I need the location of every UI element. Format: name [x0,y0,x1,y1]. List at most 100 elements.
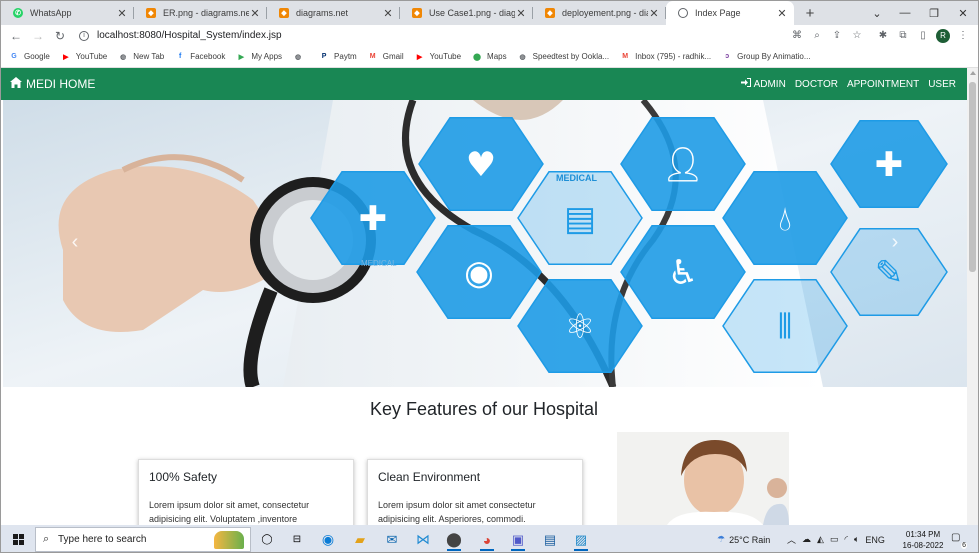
address-bar[interactable]: i localhost:8080/Hospital_System/index.j… [71,26,869,45]
bookmark-label: Group By Animatio... [737,52,811,61]
info-icon[interactable]: i [79,30,89,41]
carousel-prev-button[interactable]: ‹ [65,230,85,254]
drawio-icon: ◆ [146,8,156,18]
side-panel-icon[interactable]: ▯ [913,26,933,46]
onedrive-icon[interactable]: ☁ [802,534,811,545]
whatsapp-icon: ✆ [13,8,23,18]
carousel-next-button[interactable]: › [885,230,905,254]
close-icon[interactable]: ✕ [776,7,788,20]
bookmark-item[interactable]: ▶ YouTube [61,52,107,62]
edge-icon[interactable]: ◉ [316,528,340,551]
close-icon[interactable]: ✕ [116,7,128,20]
bookmark-item[interactable]: ◍ Speedtest by Ookla... [518,52,610,62]
animation-icon: ↄ [725,53,730,60]
close-icon[interactable]: ✕ [382,7,394,20]
chrome-icon[interactable]: ◕ [475,528,499,551]
bookmark-item[interactable]: ◍ New Tab [118,52,164,62]
close-icon[interactable]: ✕ [249,7,261,20]
tab-whatsapp[interactable]: ✆ WhatsApp ✕ [1,1,134,25]
tab-index-page[interactable]: Index Page ✕ [666,1,794,25]
globe-icon: ◍ [120,53,127,61]
vscode-icon[interactable]: ⋈ [411,528,435,551]
bookmarks-bar: G Google ▶ YouTube ◍ New Tab f Facebook ▶ My Apps… [1,46,978,68]
bookmark-star-icon[interactable]: ☆ [847,26,867,46]
bookmark-label: Speedtest by Ookla... [532,52,610,61]
bookmark-label: My Apps [251,52,283,61]
bookmark-item[interactable]: ⬤ Maps [472,52,506,62]
file-explorer-icon[interactable]: ▰ [348,528,372,551]
mail-icon[interactable]: ✉ [380,528,404,551]
tab-search-icon[interactable]: ⌄ [863,1,891,25]
tab-use-case[interactable]: ◆ Use Case1.png - diagrams.n ✕ [400,1,533,25]
translate-icon[interactable]: ⌘ [787,26,807,46]
eclipse-icon[interactable]: ⬤ [442,528,466,551]
reload-icon[interactable]: ↻ [49,26,71,46]
hero-word: MEDICAL [361,259,397,268]
network-icon[interactable]: ◭ [817,534,824,545]
battery-icon[interactable]: ▭ [830,534,839,545]
back-arrow-icon[interactable]: ← [5,26,27,46]
puzzle-icon[interactable]: ⧉ [893,26,913,46]
chevron-up-icon[interactable]: ︿ [787,533,796,546]
profile-avatar[interactable]: R [933,26,953,46]
extension-icon[interactable]: ✱ [873,26,893,46]
task-view-icon[interactable]: ◯ [255,528,279,551]
scrollbar-thumb[interactable] [969,82,976,272]
close-window-button[interactable]: ✕ [949,1,977,25]
bookmark-item[interactable]: G Google [9,52,50,62]
nav-appointment[interactable]: APPOINTMENT [847,79,919,90]
facebook-icon: f [179,53,182,60]
start-button[interactable] [1,525,35,552]
youtube-icon: ▶ [63,53,69,61]
paytm-icon: P [321,53,327,60]
photos-icon[interactable]: ▨ [569,528,593,551]
zoom-icon[interactable]: ⌕ [807,26,827,46]
teams-icon[interactable]: ▣ [506,528,530,551]
gmail-icon: M [369,53,376,60]
taskbar-clock[interactable]: 01:34 PM 16-08-2022 [897,529,949,551]
syringe-symbol: ✎ [875,253,904,293]
bookmark-item[interactable]: f Facebook [175,52,225,62]
bookmark-item[interactable]: ▶ YouTube [415,52,461,62]
scroll-up-arrow-icon[interactable] [970,71,976,75]
play-store-icon: ▶ [238,53,245,61]
bookmark-label: Facebook [190,52,226,61]
tab-diagrams[interactable]: ◆ diagrams.net ✕ [267,1,400,25]
taskbar-search-box[interactable]: ⌕ Type here to search [35,527,251,552]
notification-icon[interactable]: ▢ 6 [951,532,967,549]
wifi-icon[interactable]: ◜ [844,534,848,545]
clock-time: 01:34 PM [905,530,941,539]
bookmark-item[interactable]: ▶ My Apps [236,52,282,62]
bookmark-item[interactable]: ◍ [293,52,308,62]
tab-er-diagram[interactable]: ◆ ER.png - diagrams.net ✕ [134,1,267,25]
page-scrollbar[interactable] [967,68,978,525]
minimize-button[interactable]: — [891,1,919,25]
nav-user[interactable]: USER [928,79,956,90]
forward-arrow-icon[interactable]: → [27,26,49,46]
maximize-button[interactable]: ❐ [920,1,948,25]
language-indicator[interactable]: ENG [865,535,885,545]
clipboard-symbol: ▤ [564,199,596,239]
nav-admin[interactable]: ADMIN [740,78,786,90]
house-icon [10,77,22,91]
new-tab-button[interactable]: + [798,1,822,25]
nav-doctor[interactable]: DOCTOR [795,79,838,90]
word-icon[interactable]: ▤ [538,528,562,551]
widgets-icon[interactable]: ⊟ [285,528,309,551]
bookmark-item[interactable]: M Inbox (795) - radhik... [620,52,711,62]
tab-deployment[interactable]: ◆ deployement.png - diagram ✕ [533,1,666,25]
tab-title: ER.png - diagrams.net [163,8,249,18]
menu-dots-icon[interactable]: ⋮ [953,26,973,46]
weather-widget[interactable]: ☂ 25°C Rain [717,525,770,552]
bookmark-item[interactable]: ↄ Group By Animatio... [722,52,810,62]
volume-icon[interactable]: 🔈︎ [854,534,859,545]
bookmark-item[interactable]: P Paytm [319,52,357,62]
gmail-icon: M [622,53,629,60]
share-icon[interactable]: ⇪ [827,26,847,46]
system-tray: ︿ ☁ ◭ ▭ ◜ 🔈︎ ENG [787,525,885,552]
weather-doodle-icon [214,531,244,549]
brand-link[interactable]: MEDI HOME [10,68,95,100]
bookmark-item[interactable]: M Gmail [368,52,404,62]
close-icon[interactable]: ✕ [515,7,527,20]
close-icon[interactable]: ✕ [648,7,660,20]
